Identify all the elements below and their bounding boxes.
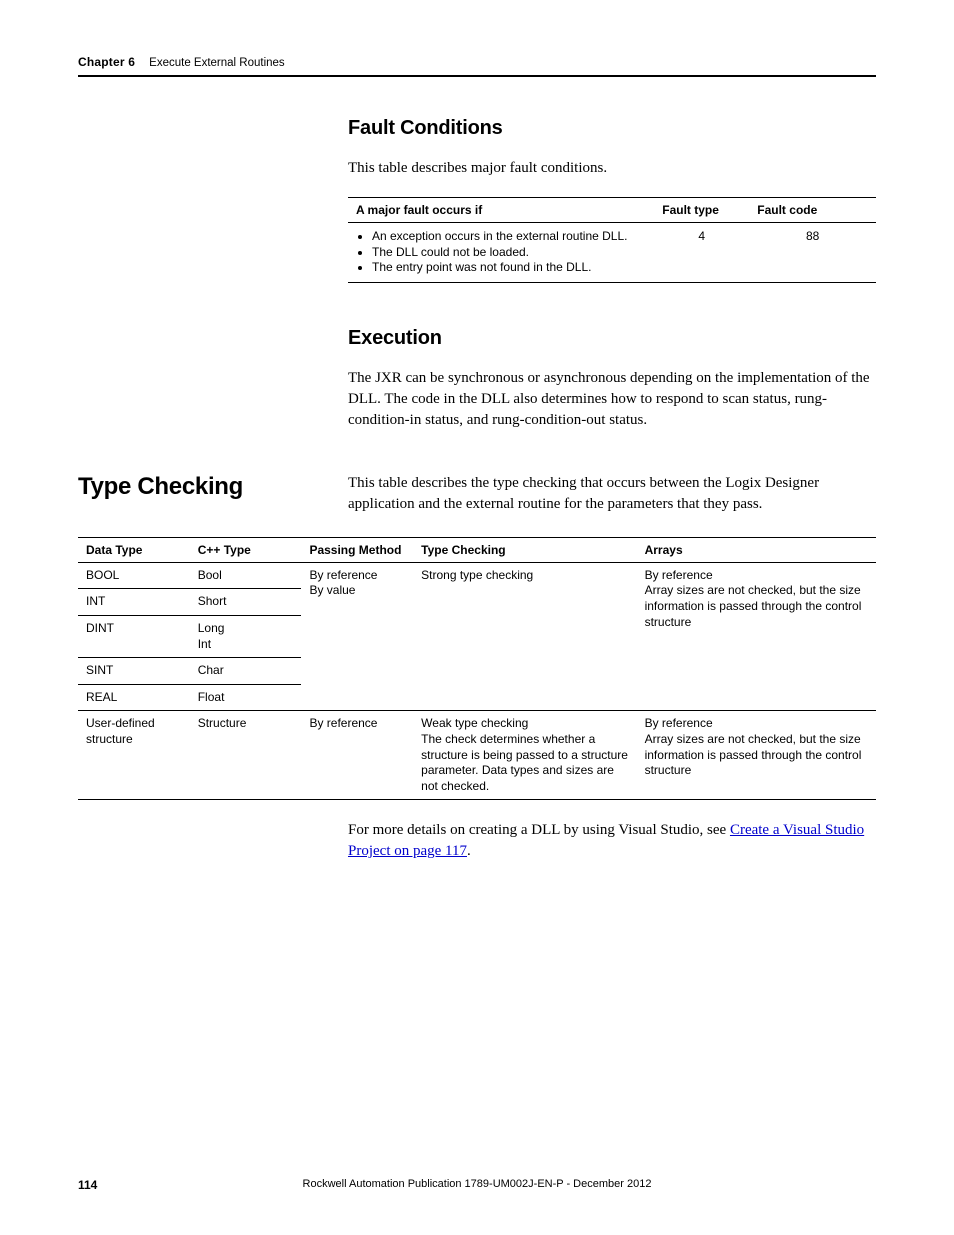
cell-data-type: INT xyxy=(78,589,190,616)
cell-type-checking: Weak type checking The check determines … xyxy=(413,711,636,800)
publication-info: Rockwell Automation Publication 1789-UM0… xyxy=(78,1178,876,1190)
col-fault-code: Fault code xyxy=(749,198,876,223)
type-checking-table: Data Type C++ Type Passing Method Type C… xyxy=(78,537,876,801)
cell-cpp-type: Structure xyxy=(190,711,302,800)
cell-data-type: SINT xyxy=(78,658,190,685)
page-number: 114 xyxy=(78,1178,97,1192)
table-row: BOOL Bool By reference By value Strong t… xyxy=(78,562,876,589)
type-checking-intro: This table describes the type checking t… xyxy=(348,473,876,515)
col-type-checking: Type Checking xyxy=(413,537,636,562)
execution-heading: Execution xyxy=(348,327,876,350)
col-passing-method: Passing Method xyxy=(301,537,413,562)
running-header: Chapter 6 Execute External Routines xyxy=(78,55,876,77)
col-fault-type: Fault type xyxy=(654,198,749,223)
cell-passing-method: By reference xyxy=(301,711,413,800)
cell-data-type: BOOL xyxy=(78,562,190,589)
col-data-type: Data Type xyxy=(78,537,190,562)
fault-bullet: An exception occurs in the external rout… xyxy=(372,229,646,245)
cell-passing-method: By reference By value xyxy=(301,562,413,711)
table-row: User-defined structure Structure By refe… xyxy=(78,711,876,800)
cell-cpp-type: Short xyxy=(190,589,302,616)
cell-cpp-type: Char xyxy=(190,658,302,685)
closing-paragraph: For more details on creating a DLL by us… xyxy=(348,820,876,862)
fault-type-value: 4 xyxy=(654,223,749,283)
cell-cpp-type: Long Int xyxy=(190,615,302,657)
col-arrays: Arrays xyxy=(637,537,876,562)
cell-cpp-type: Bool xyxy=(190,562,302,589)
fault-bullet: The DLL could not be loaded. xyxy=(372,245,646,261)
table-row: An exception occurs in the external rout… xyxy=(348,223,876,283)
cell-arrays: By reference Array sizes are not checked… xyxy=(637,711,876,800)
cell-data-type: User-defined structure xyxy=(78,711,190,800)
cell-type-checking: Strong type checking xyxy=(413,562,636,711)
chapter-label: Chapter 6 xyxy=(78,55,135,69)
execution-body: The JXR can be synchronous or asynchrono… xyxy=(348,368,876,431)
page-footer: 114 Rockwell Automation Publication 1789… xyxy=(78,1178,876,1190)
chapter-title: Execute External Routines xyxy=(149,57,285,69)
type-checking-heading: Type Checking xyxy=(78,473,348,501)
col-cpp-type: C++ Type xyxy=(190,537,302,562)
fault-conditions-table: A major fault occurs if Fault type Fault… xyxy=(348,197,876,283)
fault-bullet: The entry point was not found in the DLL… xyxy=(372,260,646,276)
cell-data-type: DINT xyxy=(78,615,190,657)
fault-code-value: 88 xyxy=(749,223,876,283)
fault-conditions-intro: This table describes major fault conditi… xyxy=(348,158,876,179)
cell-cpp-type: Float xyxy=(190,684,302,711)
fault-conditions-heading: Fault Conditions xyxy=(348,117,876,140)
cell-data-type: REAL xyxy=(78,684,190,711)
col-condition: A major fault occurs if xyxy=(348,198,654,223)
cell-arrays: By reference Array sizes are not checked… xyxy=(637,562,876,711)
